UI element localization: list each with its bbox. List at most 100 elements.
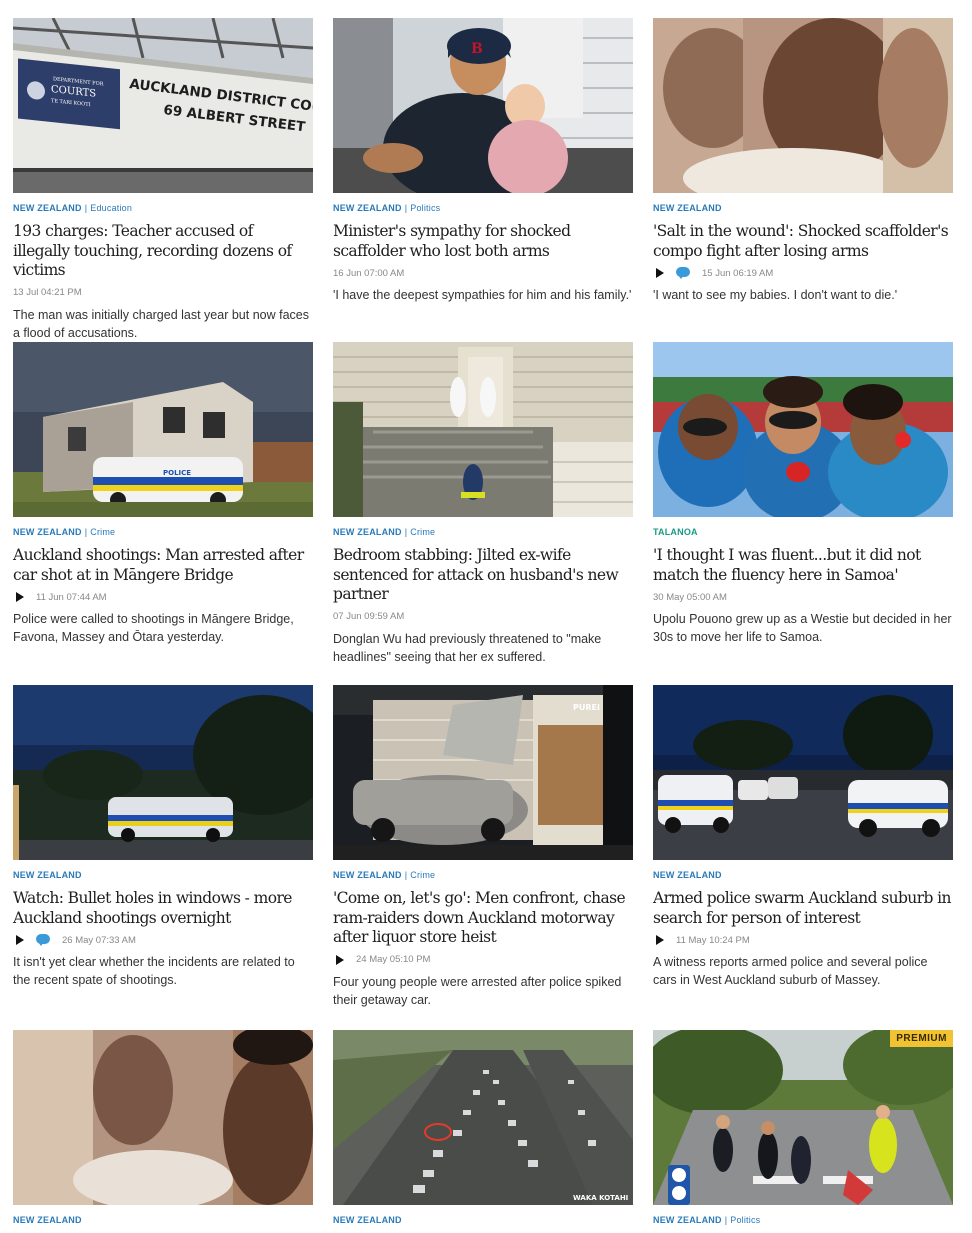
article-image[interactable]: [653, 18, 953, 193]
article-headline[interactable]: 193 charges: Teacher accused of illegall…: [13, 222, 313, 281]
article-timestamp: 13 Jul 04:21 PM: [13, 287, 82, 298]
section-label[interactable]: NEW ZEALAND: [13, 527, 82, 537]
article-summary: A witness reports armed police and sever…: [653, 955, 928, 987]
comments-icon[interactable]: [676, 267, 690, 279]
article-meta: 11 May 10:24 PM: [653, 932, 953, 948]
kicker-separator: |: [84, 203, 88, 213]
article-image[interactable]: POLICE: [13, 342, 313, 517]
article-kicker[interactable]: NEW ZEALAND: [13, 1215, 313, 1226]
section-label[interactable]: NEW ZEALAND: [13, 1215, 82, 1225]
article-card[interactable]: POLICE NEW ZEALAND | Crime Auckland shooti…: [13, 342, 313, 646]
subsection-label[interactable]: Education: [90, 203, 132, 213]
section-label[interactable]: NEW ZEALAND: [333, 870, 402, 880]
article-card[interactable]: NEW ZEALAND | Crime Bedroom stabbing: Jilt…: [333, 342, 633, 666]
article-headline[interactable]: 'I thought I was fluent...but it did not…: [653, 546, 953, 585]
police-cars-street-image: [653, 685, 953, 860]
article-card[interactable]: NEW ZEALAND: [13, 1030, 313, 1226]
article-summary: Four young people were arrested after po…: [333, 974, 622, 1007]
subsection-label[interactable]: Crime: [90, 527, 115, 537]
section-label[interactable]: NEW ZEALAND: [13, 870, 82, 880]
article-kicker[interactable]: NEW ZEALAND: [653, 870, 953, 881]
section-label[interactable]: NEW ZEALAND: [653, 203, 722, 213]
article-kicker[interactable]: NEW ZEALAND | Crime: [333, 870, 633, 881]
forensic-house-image: [333, 342, 633, 517]
comments-icon[interactable]: [36, 934, 50, 946]
article-headline[interactable]: Watch: Bullet holes in windows - more Au…: [13, 889, 313, 928]
article-headline[interactable]: Bedroom stabbing: Jilted ex-wife sentenc…: [333, 546, 633, 605]
article-kicker[interactable]: NEW ZEALAND | Politics: [653, 1215, 953, 1226]
video-play-icon[interactable]: [656, 268, 664, 278]
article-kicker[interactable]: TALANOA: [653, 527, 953, 538]
section-label[interactable]: NEW ZEALAND: [13, 203, 82, 213]
article-headline[interactable]: Armed police swarm Auckland suburb in se…: [653, 889, 953, 928]
article-card[interactable]: DEPARTMENT FOR COURTS TE TARI KOOTI AUCK…: [13, 18, 313, 342]
article-image[interactable]: [653, 685, 953, 860]
section-label[interactable]: NEW ZEALAND: [333, 527, 402, 537]
article-summary: Police were called to shootings in Mānge…: [13, 612, 294, 644]
section-label[interactable]: NEW ZEALAND: [333, 1215, 402, 1225]
section-label[interactable]: TALANOA: [653, 527, 698, 537]
kicker-separator: |: [404, 527, 408, 537]
subsection-label[interactable]: Politics: [730, 1215, 760, 1225]
article-card[interactable]: PREMIUM NEW ZEALAND | Politics: [653, 1030, 953, 1226]
article-kicker[interactable]: NEW ZEALAND | Education: [13, 203, 313, 214]
article-kicker[interactable]: NEW ZEALAND: [333, 1215, 633, 1226]
article-image[interactable]: [13, 685, 313, 860]
article-image[interactable]: DEPARTMENT FOR COURTS TE TARI KOOTI AUCK…: [13, 18, 313, 193]
svg-text:B: B: [471, 41, 483, 57]
kicker-separator: |: [404, 203, 408, 213]
article-card[interactable]: NEW ZEALAND 'Salt in the wound': Shocked…: [653, 18, 953, 304]
article-image[interactable]: PREMIUM: [653, 1030, 953, 1205]
article-image[interactable]: [653, 342, 953, 517]
article-headline[interactable]: 'Salt in the wound': Shocked scaffolder'…: [653, 222, 953, 261]
article-headline[interactable]: 'Come on, let's go': Men confront, chase…: [333, 889, 633, 948]
selfie-samoa-image: [653, 342, 953, 517]
video-play-icon[interactable]: [16, 935, 24, 945]
article-kicker[interactable]: NEW ZEALAND | Politics: [333, 203, 633, 214]
police-car-house-image: POLICE: [13, 342, 313, 517]
article-kicker[interactable]: NEW ZEALAND | Crime: [333, 527, 633, 538]
section-label[interactable]: NEW ZEALAND: [653, 870, 722, 880]
article-meta: 16 Jun 07:00 AM: [333, 265, 633, 281]
article-card[interactable]: B NEW ZEALAND | Politics Minister's sympat…: [333, 18, 633, 304]
article-card[interactable]: NEW ZEALAND Watch: Bullet holes in windo…: [13, 685, 313, 989]
article-image[interactable]: [13, 1030, 313, 1205]
article-image[interactable]: WAKA KOTAHI: [333, 1030, 633, 1205]
article-kicker[interactable]: NEW ZEALAND: [653, 203, 953, 214]
article-meta: 15 Jun 06:19 AM: [653, 265, 953, 281]
article-summary: The man was initially charged last year …: [13, 307, 309, 340]
subsection-label[interactable]: Crime: [410, 527, 435, 537]
article-timestamp: 07 Jun 09:59 AM: [333, 611, 405, 622]
article-summary: Donglan Wu had previously threatened to …: [333, 631, 602, 664]
video-play-icon[interactable]: [16, 592, 24, 602]
scaffolder-closeup-image: [653, 18, 953, 193]
police-car-night-image: [13, 685, 313, 860]
article-headline[interactable]: Minister's sympathy for shocked scaffold…: [333, 222, 633, 261]
article-meta: 11 Jun 07:44 AM: [13, 589, 313, 605]
article-meta: 07 Jun 09:59 AM: [333, 609, 633, 625]
article-timestamp: 26 May 07:33 AM: [62, 934, 136, 946]
article-card[interactable]: WAKA KOTAHI NEW ZEALAND: [333, 1030, 633, 1226]
subsection-label[interactable]: Crime: [410, 870, 435, 880]
article-card[interactable]: PUREI NEW ZEALAND | Crime 'Come on, let's …: [333, 685, 633, 1009]
article-card[interactable]: TALANOA 'I thought I was fluent...but it…: [653, 342, 953, 646]
article-kicker[interactable]: NEW ZEALAND: [13, 870, 313, 881]
ram-raid-store-image: PUREI: [333, 685, 633, 860]
article-summary: Upolu Pouono grew up as a Westie but dec…: [653, 612, 952, 644]
article-meta: 13 Jul 04:21 PM: [13, 285, 313, 301]
article-image[interactable]: [333, 342, 633, 517]
subsection-label[interactable]: Politics: [410, 203, 440, 213]
article-image[interactable]: PUREI: [333, 685, 633, 860]
section-label[interactable]: NEW ZEALAND: [653, 1215, 722, 1225]
article-summary: It isn't yet clear whether the incidents…: [13, 955, 295, 987]
article-card[interactable]: NEW ZEALAND Armed police swarm Auckland …: [653, 685, 953, 989]
video-play-icon[interactable]: [336, 954, 344, 965]
video-play-icon[interactable]: [656, 935, 664, 945]
article-headline[interactable]: Auckland shootings: Man arrested after c…: [13, 546, 313, 585]
article-kicker[interactable]: NEW ZEALAND | Crime: [13, 527, 313, 538]
article-image[interactable]: B: [333, 18, 633, 193]
article-timestamp: 24 May 05:10 PM: [356, 954, 431, 965]
article-timestamp: 11 Jun 07:44 AM: [36, 591, 107, 603]
svg-text:WAKA KOTAHI: WAKA KOTAHI: [573, 1194, 628, 1202]
section-label[interactable]: NEW ZEALAND: [333, 203, 402, 213]
